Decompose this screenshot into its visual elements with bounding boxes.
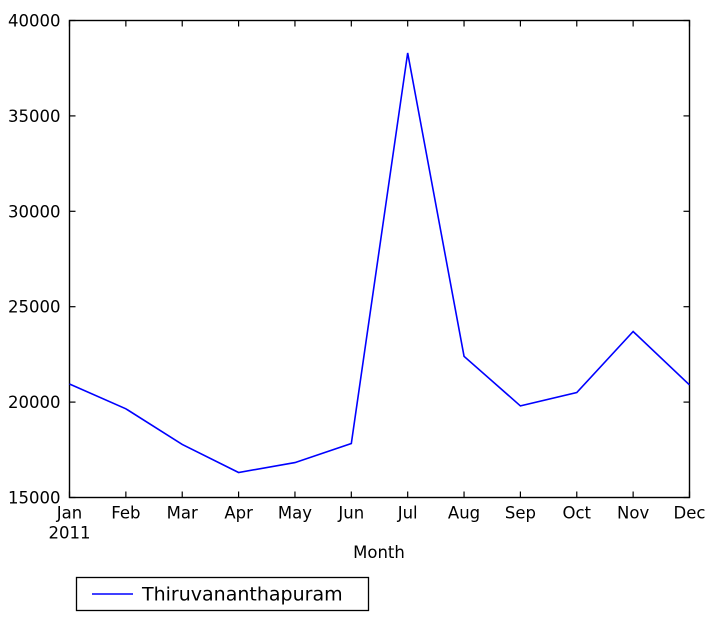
y-tick-label: 40000 <box>8 12 61 31</box>
x-axis-title: Month <box>353 543 405 562</box>
x-tick-label: Nov <box>617 504 649 523</box>
y-tick-label: 20000 <box>8 393 61 412</box>
x-tick-label: Sep <box>505 504 536 523</box>
x-tick-label: Dec <box>674 504 706 523</box>
x-tick-label: Jan <box>56 504 82 523</box>
x-tick-label: Feb <box>111 504 140 523</box>
x-tick-label: Apr <box>224 504 253 523</box>
x-tick-label: Oct <box>563 504 592 523</box>
y-tick-label: 30000 <box>8 202 61 221</box>
x-tick-label: Jun <box>337 504 364 523</box>
x-tick-label: May <box>278 504 312 523</box>
y-tick-label: 35000 <box>8 107 61 126</box>
x-tick-label: Mar <box>167 504 198 523</box>
chart-figure: 15000 20000 25000 30000 35000 40000 Jan 2011 Fe… <box>0 0 714 621</box>
y-tick-label: 15000 <box>8 489 61 508</box>
line-chart-canvas: 15000 20000 25000 30000 35000 40000 Jan2011 Fe… <box>0 0 714 621</box>
legend-label-thiruvananthapuram: Thiruvananthapuram <box>141 584 343 606</box>
chart-legend: Thiruvananthapuram <box>75 576 370 612</box>
x-tick-sublabel-year: 2011 <box>49 524 91 543</box>
figure-background <box>0 0 714 621</box>
x-tick-label: Jul <box>397 504 418 523</box>
x-tick-label: Aug <box>448 504 480 523</box>
y-tick-label: 25000 <box>8 298 61 317</box>
